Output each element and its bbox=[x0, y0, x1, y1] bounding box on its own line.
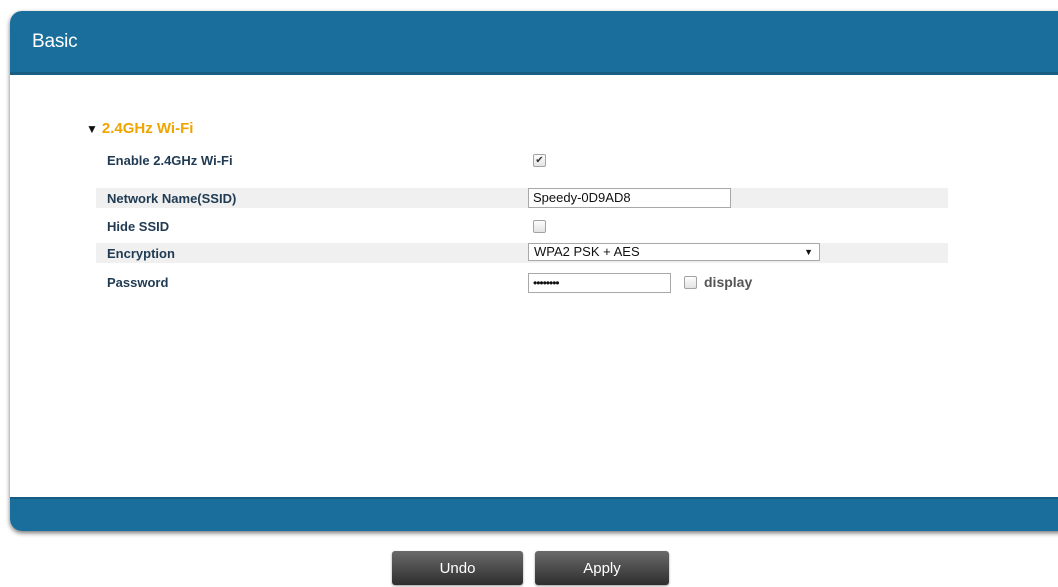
check-icon: ✔ bbox=[535, 155, 544, 166]
section-title: 2.4GHz Wi-Fi bbox=[101, 120, 194, 137]
row-hide-ssid: Hide SSID bbox=[96, 216, 948, 236]
row-encryption: Encryption bbox=[96, 243, 948, 263]
display-password-label: display bbox=[704, 274, 753, 290]
row-ssid: Network Name(SSID) bbox=[96, 188, 948, 208]
hide-ssid-checkbox[interactable] bbox=[533, 220, 546, 233]
row-enable-wifi: Enable 2.4GHz Wi-Fi bbox=[96, 150, 948, 170]
apply-button[interactable]: Apply bbox=[535, 551, 669, 585]
expand-triangle-icon[interactable]: ▼ bbox=[86, 122, 98, 136]
ssid-input[interactable]: Speedy-0D9AD8 bbox=[528, 188, 731, 208]
panel-header: Basic bbox=[10, 11, 1058, 75]
undo-button[interactable]: Undo bbox=[392, 551, 523, 585]
dropdown-caret-icon: ▼ bbox=[804, 247, 813, 257]
encryption-label: Encryption bbox=[107, 246, 175, 261]
encryption-select[interactable]: WPA2 PSK + AES ▼ bbox=[528, 243, 820, 261]
section-wifi-24-header[interactable]: ▼ 2.4GHz Wi-Fi bbox=[86, 120, 193, 137]
enable-wifi-label: Enable 2.4GHz Wi-Fi bbox=[107, 153, 233, 168]
enable-wifi-checkbox[interactable]: ✔ bbox=[533, 154, 546, 167]
password-label: Password bbox=[107, 275, 169, 290]
basic-panel: Basic bbox=[10, 11, 1058, 531]
panel-title: Basic bbox=[32, 31, 78, 52]
ssid-label: Network Name(SSID) bbox=[107, 191, 237, 206]
row-password: Password bbox=[96, 272, 948, 292]
panel-footer bbox=[10, 497, 1058, 531]
password-input[interactable]: •••••••• bbox=[528, 273, 671, 293]
display-password-checkbox[interactable] bbox=[684, 276, 697, 289]
hide-ssid-label: Hide SSID bbox=[107, 219, 170, 234]
encryption-selected-value: WPA2 PSK + AES bbox=[534, 244, 640, 259]
